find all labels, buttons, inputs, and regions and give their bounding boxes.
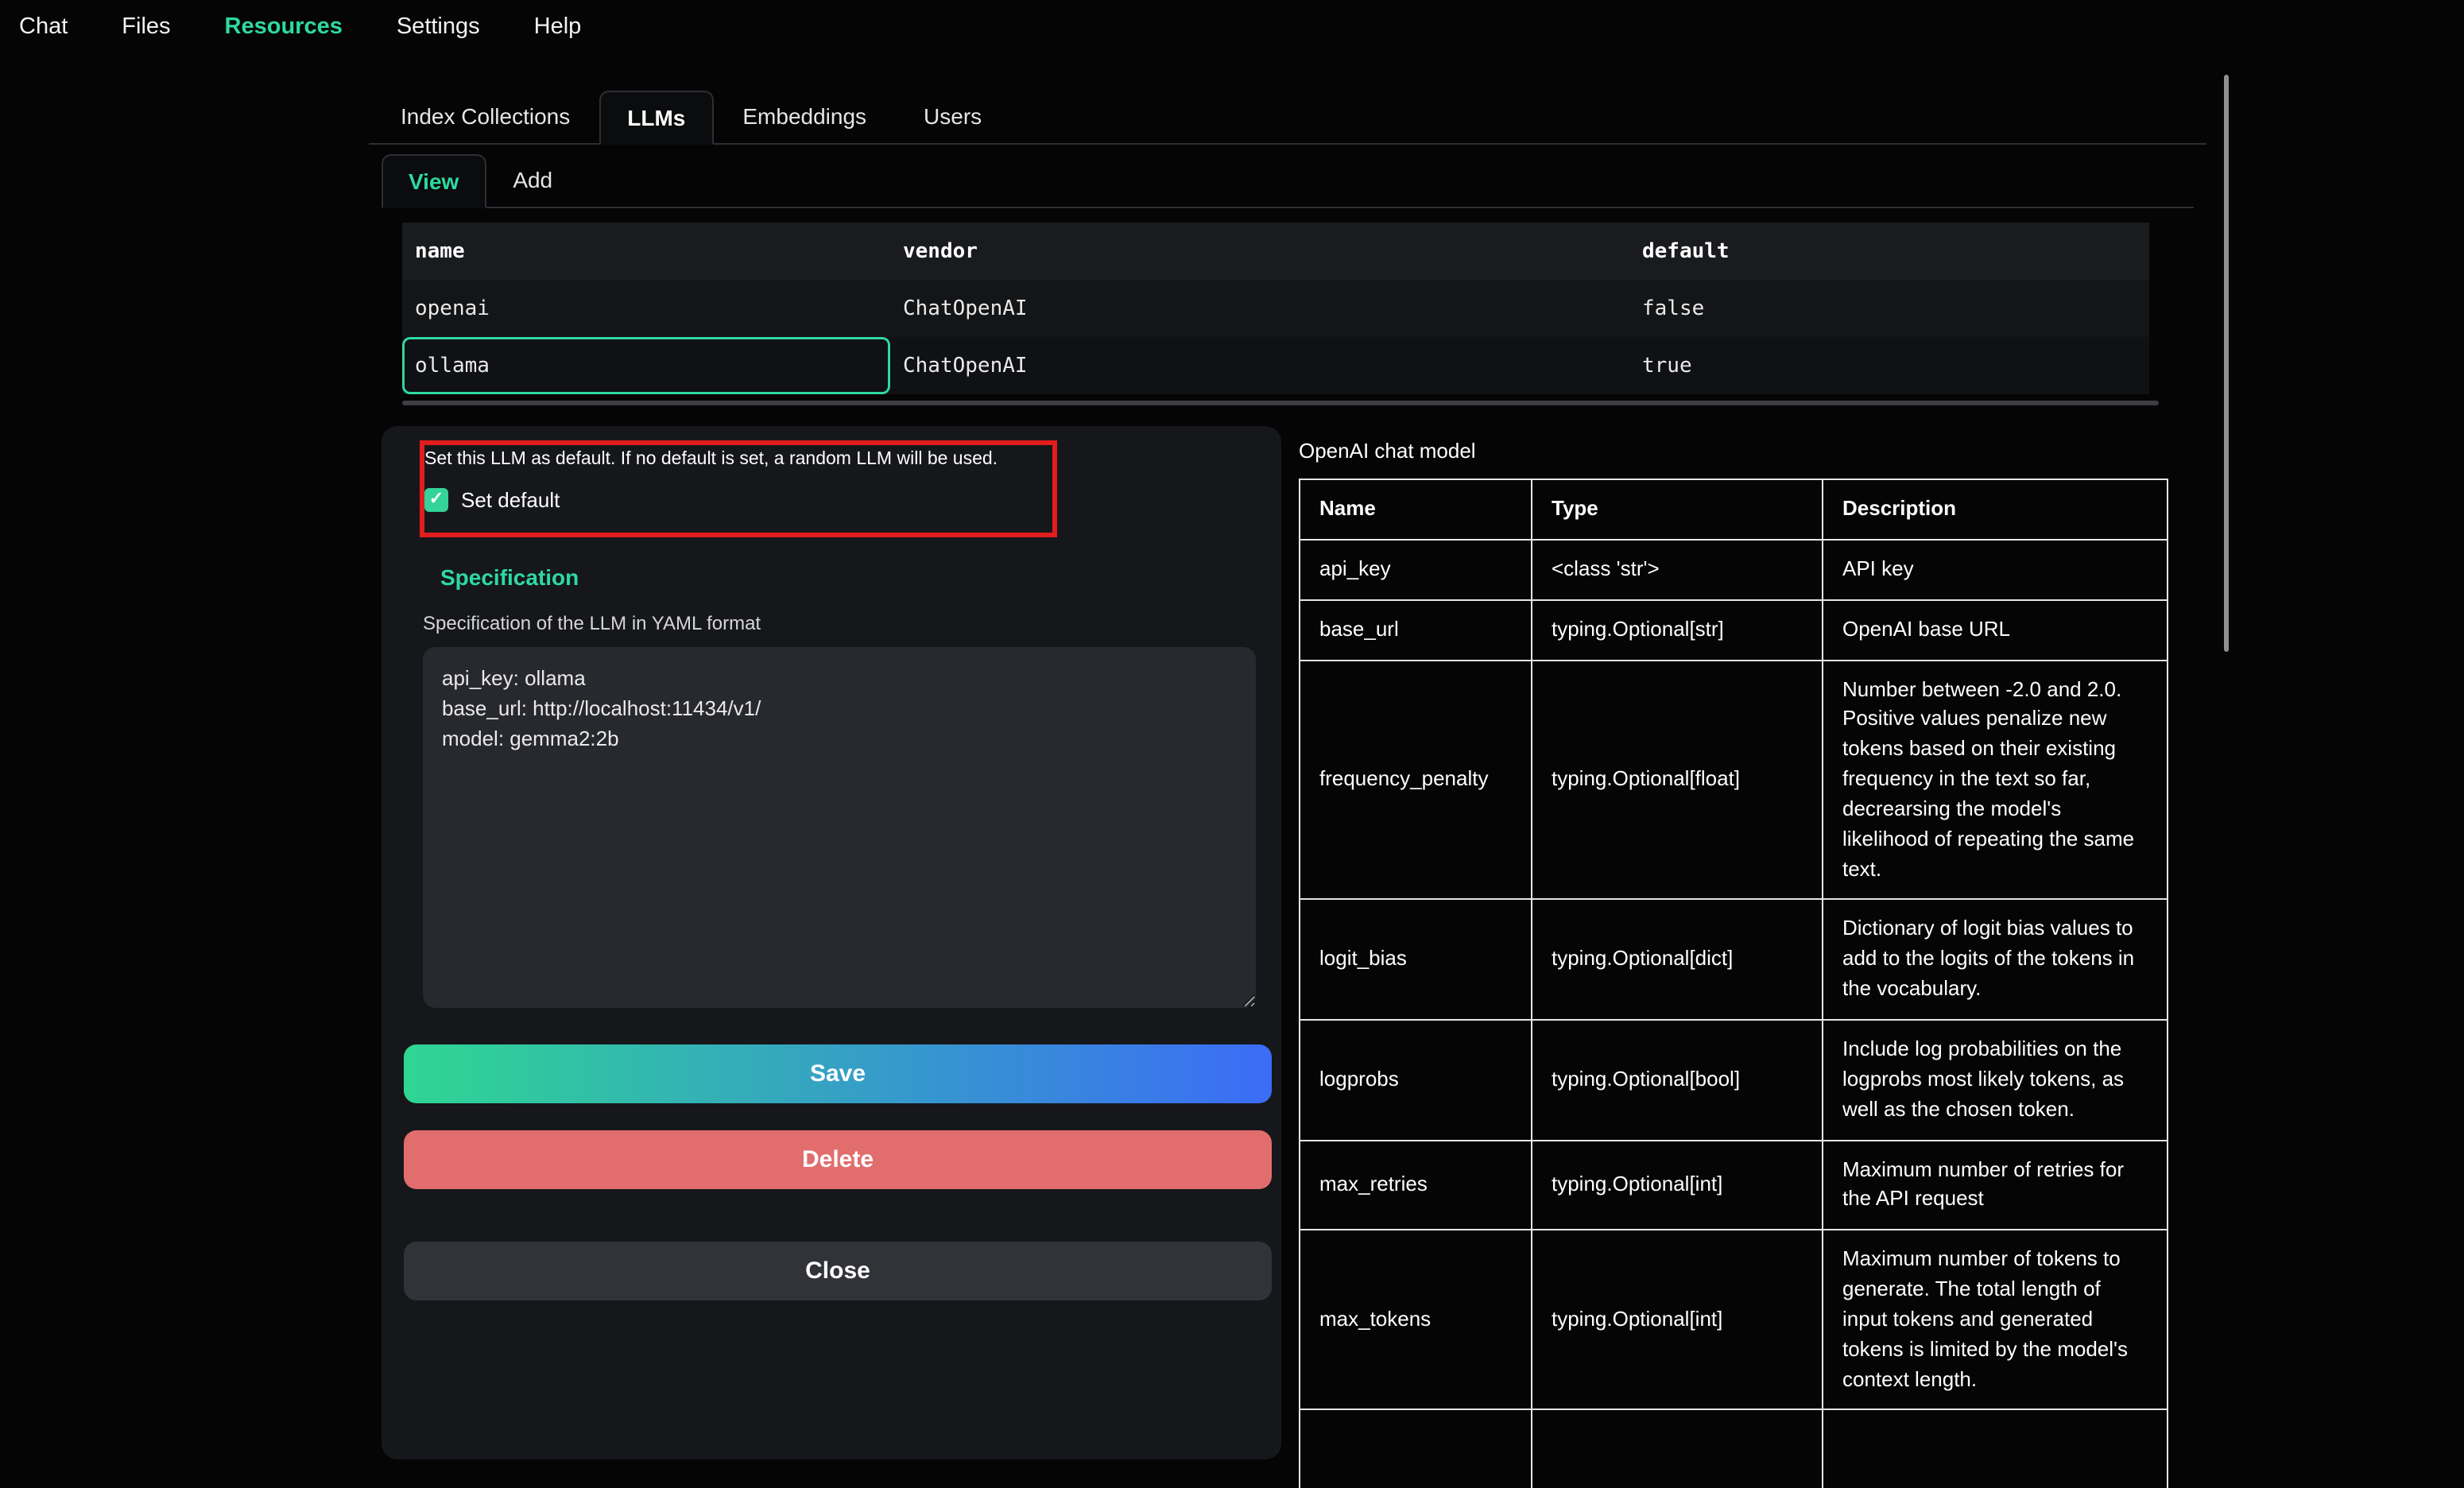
- llm-row-openai-default[interactable]: false: [1629, 280, 2149, 337]
- llm-table-header-name: name: [402, 223, 890, 280]
- model-info-header-description: Description: [1823, 479, 2168, 540]
- param-description: Maximum number of tokens to generate. Th…: [1823, 1230, 2168, 1409]
- specification-title: Specification: [440, 564, 579, 590]
- param-name: [1300, 1410, 1532, 1488]
- subtab-view[interactable]: View: [382, 154, 486, 208]
- subtab-add[interactable]: Add: [486, 153, 579, 207]
- nav-item-help[interactable]: Help: [534, 14, 582, 40]
- set-default-label: Set default: [461, 488, 560, 512]
- llm-row-ollama-default[interactable]: true: [1629, 337, 2149, 394]
- param-name: base_url: [1300, 599, 1532, 660]
- delete-button[interactable]: Delete: [404, 1130, 1272, 1189]
- table-row: base_url typing.Optional[str] OpenAI bas…: [1300, 599, 2168, 660]
- model-info-title: OpenAI chat model: [1299, 439, 1476, 463]
- param-description: Number between -2.0 and 2.0. Positive va…: [1823, 660, 2168, 900]
- tab-users[interactable]: Users: [895, 89, 1010, 143]
- table-row: logit_bias typing.Optional[dict] Diction…: [1300, 900, 2168, 1020]
- save-button[interactable]: Save: [404, 1044, 1272, 1103]
- nav-item-settings[interactable]: Settings: [397, 14, 480, 40]
- table-row: api_key <class 'str'> API key: [1300, 540, 2168, 600]
- table-row: max_tokens typing.Optional[int] Maximum …: [1300, 1230, 2168, 1409]
- param-name: max_tokens: [1300, 1230, 1532, 1409]
- checkmark-icon: ✓: [429, 491, 444, 509]
- table-row: max_retries typing.Optional[int] Maximum…: [1300, 1140, 2168, 1230]
- param-name: logprobs: [1300, 1020, 1532, 1140]
- model-info-header-row: Name Type Description: [1300, 479, 2168, 540]
- table-row: logprobs typing.Optional[bool] Include l…: [1300, 1020, 2168, 1140]
- param-description: API key: [1823, 540, 2168, 600]
- param-type: typing.Optional[dict]: [1532, 900, 1823, 1020]
- table-row-clipped: [1300, 1410, 2168, 1488]
- param-type: typing.Optional[int]: [1532, 1230, 1823, 1409]
- specification-yaml-textarea[interactable]: api_key: ollama base_url: http://localho…: [423, 647, 1256, 1008]
- top-nav: Chat Files Resources Settings Help: [19, 10, 581, 45]
- nav-item-resources[interactable]: Resources: [225, 14, 343, 40]
- model-info-header-type: Type: [1532, 479, 1823, 540]
- llm-row-openai-vendor[interactable]: ChatOpenAI: [890, 280, 1629, 337]
- param-description: Maximum number of retries for the API re…: [1823, 1140, 2168, 1230]
- tab-index-collections[interactable]: Index Collections: [372, 89, 599, 143]
- model-info-table: Name Type Description api_key <class 'st…: [1299, 479, 2168, 1488]
- nav-item-files[interactable]: Files: [122, 14, 170, 40]
- app-window: Chat Files Resources Settings Help Index…: [0, 0, 2464, 1488]
- param-name: api_key: [1300, 540, 1532, 600]
- param-name: logit_bias: [1300, 900, 1532, 1020]
- llm-subtabbar: View Add: [382, 154, 2194, 208]
- param-name: frequency_penalty: [1300, 660, 1532, 900]
- param-description: [1823, 1410, 2168, 1488]
- set-default-checkbox-row[interactable]: ✓ Set default: [424, 488, 560, 512]
- param-type: [1532, 1410, 1823, 1488]
- tab-embeddings[interactable]: Embeddings: [714, 89, 895, 143]
- set-default-note: Set this LLM as default. If no default i…: [424, 450, 1029, 469]
- table-row[interactable]: ollama ChatOpenAI true: [402, 337, 2149, 394]
- param-type: typing.Optional[float]: [1532, 660, 1823, 900]
- vertical-scrollbar-thumb[interactable]: [2224, 75, 2229, 652]
- close-button[interactable]: Close: [404, 1242, 1272, 1300]
- table-row: frequency_penalty typing.Optional[float]…: [1300, 660, 2168, 900]
- llm-table-horizontal-scrollbar[interactable]: [402, 401, 2159, 405]
- llm-row-ollama-vendor[interactable]: ChatOpenAI: [890, 337, 1629, 394]
- set-default-checkbox[interactable]: ✓: [424, 488, 448, 512]
- param-type: typing.Optional[bool]: [1532, 1020, 1823, 1140]
- param-description: Dictionary of logit bias values to add t…: [1823, 900, 2168, 1020]
- tab-llms[interactable]: LLMs: [599, 91, 714, 145]
- llm-table-header-default: default: [1629, 223, 2149, 280]
- model-info-header-name: Name: [1300, 479, 1532, 540]
- resource-tabbar: Index Collections LLMs Embeddings Users: [369, 91, 2206, 145]
- param-description: OpenAI base URL: [1823, 599, 2168, 660]
- param-type: typing.Optional[int]: [1532, 1140, 1823, 1230]
- llm-table-header-vendor: vendor: [890, 223, 1629, 280]
- table-row[interactable]: openai ChatOpenAI false: [402, 280, 2149, 337]
- param-type: typing.Optional[str]: [1532, 599, 1823, 660]
- llm-row-openai-name[interactable]: openai: [402, 280, 890, 337]
- param-description: Include log probabilities on the logprob…: [1823, 1020, 2168, 1140]
- nav-item-chat[interactable]: Chat: [19, 14, 68, 40]
- llm-table-header-row: name vendor default: [402, 223, 2149, 280]
- llm-detail-card: Set this LLM as default. If no default i…: [382, 426, 1281, 1459]
- llm-list-table: name vendor default openai ChatOpenAI fa…: [402, 223, 2149, 394]
- specification-subtitle: Specification of the LLM in YAML format: [423, 612, 761, 634]
- param-type: <class 'str'>: [1532, 540, 1823, 600]
- param-name: max_retries: [1300, 1140, 1532, 1230]
- llm-row-ollama-name[interactable]: ollama: [402, 337, 890, 394]
